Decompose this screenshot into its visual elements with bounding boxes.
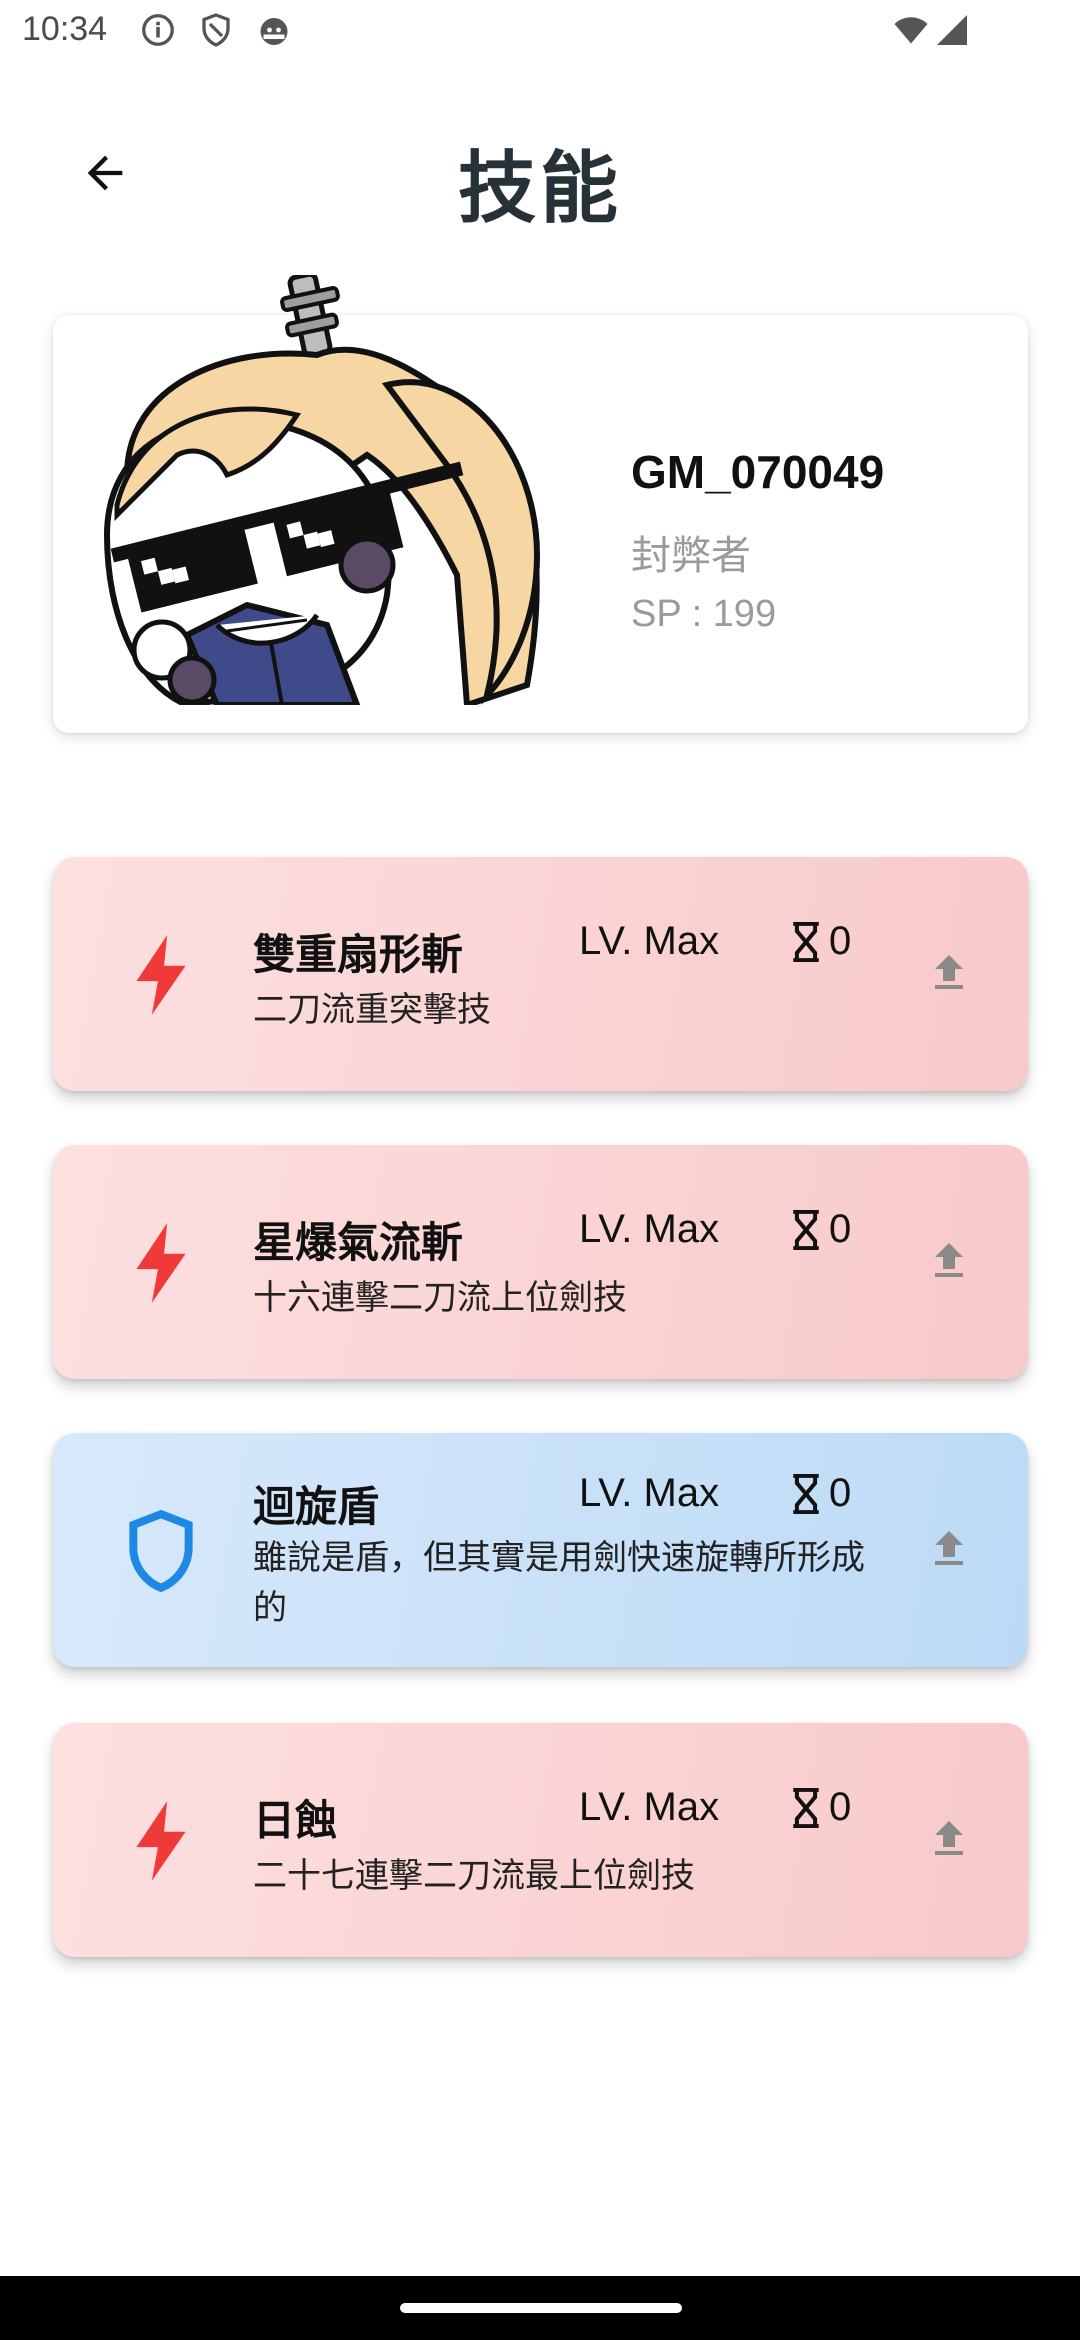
hourglass-icon (791, 921, 821, 962)
upload-icon (925, 1237, 973, 1289)
skill-card[interactable]: 日蝕 LV. Max 0 二十七連擊二刀流最上位劍技 (53, 1723, 1028, 1957)
skill-description: 二十七連擊二刀流最上位劍技 (253, 1856, 695, 1896)
skill-name: 星爆氣流斬 (253, 1218, 464, 1267)
upgrade-button[interactable] (913, 939, 985, 1011)
signal-icon (934, 12, 970, 48)
cooldown-value: 0 (829, 1207, 852, 1251)
cooldown-value: 0 (829, 1785, 852, 1829)
system-nav-bar (0, 2276, 1080, 2340)
page-title: 技能 (457, 144, 622, 234)
bolt-icon (123, 932, 199, 1018)
sword-hilt (280, 275, 340, 359)
hourglass-icon (791, 1473, 821, 1514)
skill-name: 迴旋盾 (253, 1482, 380, 1531)
profile-card: GM_070049 封弊者 SP : 199 (53, 275, 1028, 733)
upload-icon (925, 1815, 973, 1867)
skill-card[interactable]: 雙重扇形斬 LV. Max 0 二刀流重突擊技 (53, 857, 1028, 1091)
upload-icon (925, 1525, 973, 1577)
hourglass-icon (791, 1787, 821, 1828)
profile-role: 封弊者 (631, 533, 751, 579)
skill-level: LV. Max (579, 919, 720, 963)
skill-description: 二刀流重突擊技 (253, 990, 491, 1030)
skill-cooldown: 0 (791, 919, 851, 964)
status-bar: 10:34 (0, 0, 1080, 64)
skill-cooldown: 0 (791, 1785, 851, 1830)
skill-cooldown: 0 (791, 1207, 851, 1252)
cooldown-value: 0 (829, 1471, 852, 1515)
upload-icon (925, 949, 973, 1001)
skill-level: LV. Max (579, 1207, 720, 1251)
skill-description: 十六連擊二刀流上位劍技 (253, 1278, 627, 1318)
skill-description: 雖說是盾，但其實是用劍快速旋轉所形成的 (253, 1538, 865, 1628)
shield-icon (198, 12, 234, 48)
shield-icon (123, 1508, 199, 1594)
upgrade-button[interactable] (913, 1227, 985, 1299)
android-icon (256, 12, 292, 48)
cooldown-value: 0 (829, 919, 852, 963)
profile-sp: SP : 199 (631, 593, 777, 635)
status-time: 10:34 (22, 10, 108, 48)
avatar (67, 275, 567, 705)
profile-name: GM_070049 (631, 446, 885, 498)
wifi-icon (890, 12, 932, 48)
upgrade-button[interactable] (913, 1515, 985, 1587)
upgrade-button[interactable] (913, 1805, 985, 1877)
info-icon (140, 12, 176, 48)
hourglass-icon (791, 1209, 821, 1250)
skill-name: 日蝕 (253, 1796, 338, 1845)
skill-card[interactable]: 迴旋盾 LV. Max 0 雖說是盾，但其實是用劍快速旋轉所形成的 (53, 1433, 1028, 1667)
skill-name: 雙重扇形斬 (253, 930, 464, 979)
skill-level: LV. Max (579, 1471, 720, 1515)
home-gesture-handle[interactable] (400, 2303, 682, 2313)
skill-cooldown: 0 (791, 1471, 851, 1516)
bolt-icon (123, 1220, 199, 1306)
app-bar: 技能 (0, 110, 1080, 240)
skill-card[interactable]: 星爆氣流斬 LV. Max 0 十六連擊二刀流上位劍技 (53, 1145, 1028, 1379)
bolt-icon (123, 1798, 199, 1884)
skill-level: LV. Max (579, 1785, 720, 1829)
